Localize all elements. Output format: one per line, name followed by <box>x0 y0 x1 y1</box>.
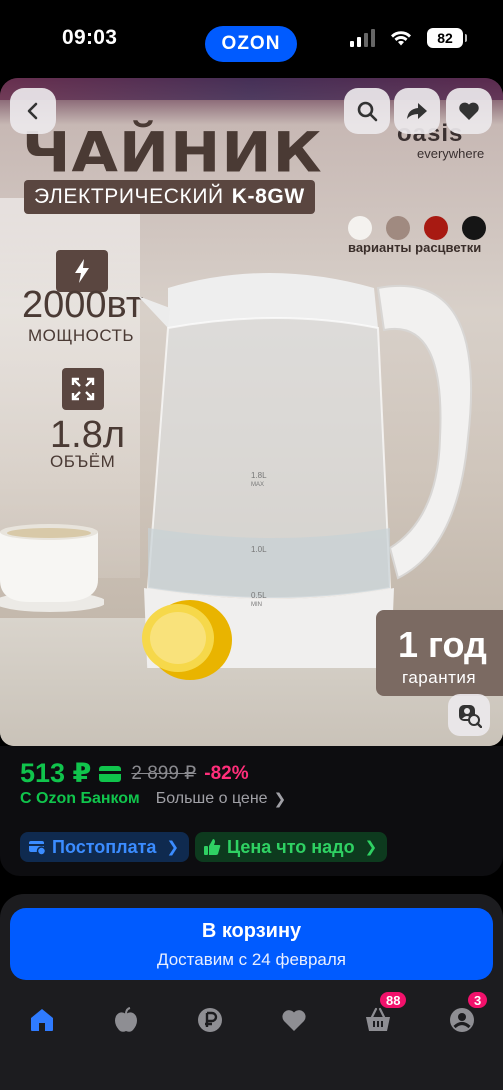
price-section: 513 ₽ 2 899 ₽ -82% С Ozon Банком Больше … <box>0 746 503 876</box>
price-row: 513 ₽ 2 899 ₽ -82% <box>20 758 249 789</box>
product-image-gallery[interactable]: ЧАЙНИК ЭЛЕКТРИЧЕСКИЙ K-8GW oasis everywh… <box>0 78 503 746</box>
tab-profile[interactable]: 3 <box>440 990 490 1042</box>
brand-tagline: everywhere <box>417 146 485 161</box>
old-price: 2 899 ₽ <box>131 763 197 784</box>
bottom-panel: В корзину Доставим с 24 февраля 88 3 <box>0 894 503 1090</box>
image-search-icon <box>459 705 482 728</box>
chevron-left-icon <box>27 102 38 120</box>
teacup-image <box>0 524 104 612</box>
search-button[interactable] <box>344 88 390 134</box>
ruble-coin-icon <box>198 1008 222 1032</box>
image-headline: ЧАЙНИК <box>22 120 323 186</box>
visual-search-button[interactable] <box>448 694 490 736</box>
svg-text:1.0L: 1.0L <box>251 545 267 554</box>
clock: 09:03 <box>62 26 118 49</box>
warranty-badge: 1 год гарантия <box>376 610 503 696</box>
favorite-button[interactable] <box>446 88 492 134</box>
good-price-chip[interactable]: Цена что надо ❯ <box>195 832 388 862</box>
swatch-black <box>462 216 486 240</box>
add-to-cart-label: В корзину <box>201 920 302 942</box>
volume-label: ОБЪЁМ <box>50 452 116 471</box>
cellular-signal-icon <box>350 29 375 47</box>
wifi-icon <box>391 31 411 46</box>
tab-favorites[interactable] <box>272 998 316 1042</box>
power-value: 2000вт <box>22 284 144 326</box>
model-name: K-8GW <box>231 185 305 208</box>
bank-card-icon <box>99 765 122 782</box>
status-bar: 09:03 OZON 82 <box>0 0 503 78</box>
ozon-bank-label: С Ozon Банком <box>20 790 140 807</box>
image-subheadline: ЭЛЕКТРИЧЕСКИЙ K-8GW <box>24 180 315 214</box>
current-price: 513 ₽ <box>20 758 92 788</box>
chevron-right-icon: ❯ <box>364 839 378 856</box>
warranty-term: 1 год <box>398 624 487 665</box>
basket-icon <box>366 1007 390 1031</box>
svg-text:0.5L: 0.5L <box>251 591 267 600</box>
chevron-right-icon: ❯ <box>273 791 287 808</box>
profile-notification-badge: 3 <box>466 990 490 1010</box>
more-about-price-link[interactable]: Больше о цене <box>156 790 268 808</box>
share-button[interactable] <box>394 88 440 134</box>
promo-chips: Постоплата ❯ Цена что надо ❯ <box>20 832 388 862</box>
svg-text:MAX: MAX <box>251 482 264 488</box>
tab-fresh[interactable] <box>104 998 148 1042</box>
ozon-logo-pill[interactable]: OZON <box>205 26 297 62</box>
delivery-date-label: Доставим с 24 февраля <box>156 950 346 969</box>
search-icon <box>357 101 378 122</box>
share-arrow-icon <box>407 103 427 119</box>
heart-icon <box>459 102 479 120</box>
postpay-chip[interactable]: Постоплата ❯ <box>20 832 190 862</box>
swatch-white <box>348 216 372 240</box>
tab-cart[interactable]: 88 <box>356 990 409 1042</box>
user-icon <box>450 1008 474 1032</box>
svg-text:MIN: MIN <box>251 602 262 608</box>
warranty-label: гарантия <box>402 668 477 687</box>
battery-indicator: 82 <box>427 28 467 48</box>
lemon-image <box>142 600 232 680</box>
swatch-red <box>424 216 448 240</box>
svg-text:1.8L: 1.8L <box>251 471 267 480</box>
postpay-label: Постоплата <box>52 836 157 857</box>
card-clock-icon <box>29 841 46 856</box>
bank-row: С Ozon Банком Больше о цене ❯ <box>20 790 286 808</box>
discount-percent: -82% <box>204 762 249 784</box>
power-label: МОЩНОСТЬ <box>28 326 135 345</box>
tab-bar: 88 3 <box>0 990 503 1058</box>
expand-arrows-icon <box>62 368 104 410</box>
color-swatches <box>348 216 486 240</box>
apple-icon <box>115 1007 137 1032</box>
good-price-label: Цена что надо <box>227 836 355 857</box>
add-to-cart-button[interactable]: В корзину Доставим с 24 февраля <box>10 908 493 980</box>
thumbs-up-icon <box>204 839 221 855</box>
volume-value: 1.8л <box>50 414 125 456</box>
back-button[interactable] <box>10 88 56 134</box>
swatch-beige <box>386 216 410 240</box>
tab-finance[interactable] <box>188 998 232 1042</box>
system-icons: 82 <box>350 28 467 48</box>
home-icon <box>31 1009 53 1031</box>
heart-icon <box>282 1010 306 1031</box>
tab-home[interactable] <box>20 998 64 1042</box>
chevron-right-icon: ❯ <box>166 839 180 856</box>
cart-count-badge: 88 <box>378 990 409 1010</box>
